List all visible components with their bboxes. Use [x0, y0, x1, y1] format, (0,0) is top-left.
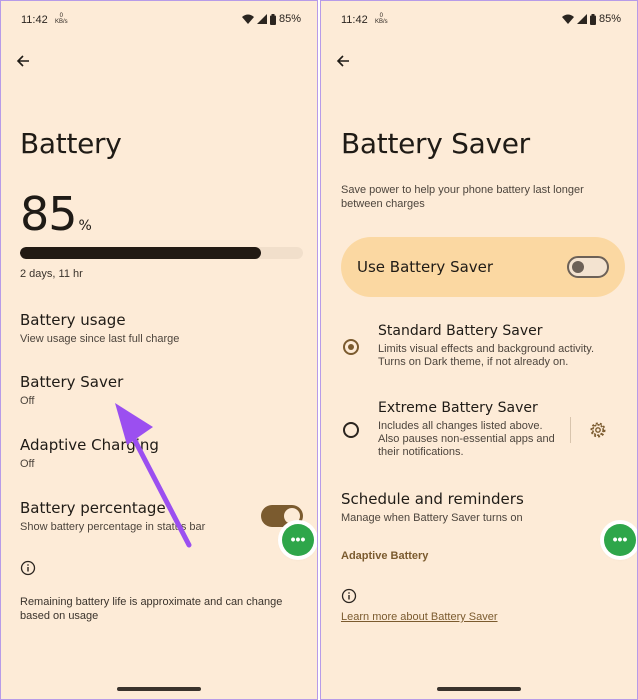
page-title: Battery: [20, 127, 122, 160]
battery-saver-title: Battery Saver: [20, 373, 124, 391]
network-speed-unit: KB/s: [55, 19, 68, 25]
battery-level: 85%: [20, 187, 92, 241]
more-icon[interactable]: •••: [282, 524, 314, 556]
more-icon[interactable]: •••: [604, 524, 636, 556]
battery-screen: 11:42 0 KB/s 85% Battery 85% 2 days, 11 …: [0, 0, 318, 700]
time-remaining: 2 days, 11 hr: [20, 268, 83, 280]
divider: [570, 417, 571, 443]
use-battery-saver-card[interactable]: Use Battery Saver: [341, 237, 625, 297]
extreme-saver-option[interactable]: Extreme Battery Saver Includes all chang…: [378, 400, 555, 459]
extreme-saver-description: Includes all changes listed above. Also …: [378, 420, 555, 459]
gesture-bar[interactable]: [117, 687, 201, 691]
standard-saver-line: Turns on Dark theme, if not already on.: [378, 356, 569, 368]
standard-saver-description: Limits visual effects and background act…: [378, 343, 594, 369]
network-speed: 0 KB/s: [375, 13, 388, 25]
use-battery-saver-label: Use Battery Saver: [357, 258, 494, 276]
status-time: 11:42: [341, 14, 368, 26]
extreme-saver-line: Also pauses non-essential apps and: [378, 433, 555, 445]
battery-note: Remaining battery life is approximate an…: [20, 596, 283, 622]
battery-level-value: 85: [20, 187, 78, 241]
info-icon: [20, 560, 36, 576]
back-arrow-icon[interactable]: [15, 53, 31, 69]
extreme-saver-line: Includes all changes listed above.: [378, 420, 543, 432]
battery-icon: [589, 13, 596, 25]
extreme-saver-line: their notifications.: [378, 446, 464, 458]
learn-more-link[interactable]: Learn more about Battery Saver: [341, 611, 498, 623]
page-description: Save power to help your phone battery la…: [341, 184, 584, 210]
signal-icon: [576, 14, 587, 24]
standard-saver-line: Limits visual effects and background act…: [378, 343, 595, 355]
back-arrow-icon[interactable]: [335, 53, 351, 69]
standard-saver-option[interactable]: Standard Battery Saver Limits visual eff…: [378, 323, 594, 369]
extreme-saver-radio[interactable]: [343, 422, 359, 438]
status-time: 11:42: [21, 14, 48, 26]
adaptive-battery-link[interactable]: Adaptive Battery: [341, 550, 428, 562]
signal-icon: [256, 14, 267, 24]
standard-saver-title: Standard Battery Saver: [378, 323, 543, 339]
extreme-saver-title: Extreme Battery Saver: [378, 400, 538, 416]
battery-usage-title: Battery usage: [20, 311, 126, 329]
schedule-item[interactable]: Schedule and reminders Manage when Batte…: [341, 490, 524, 524]
wifi-icon: [241, 14, 254, 24]
status-icons: 85%: [561, 13, 621, 25]
schedule-subtitle: Manage when Battery Saver turns on: [341, 512, 523, 524]
network-speed-unit: KB/s: [375, 19, 388, 25]
network-speed: 0 KB/s: [55, 13, 68, 25]
gesture-bar[interactable]: [437, 687, 521, 691]
toggle-knob: [284, 508, 300, 524]
battery-saver-screen: 11:42 0 KB/s 85% Battery Saver Save powe…: [320, 0, 638, 700]
toggle-knob: [572, 261, 584, 273]
standard-saver-radio[interactable]: [343, 339, 359, 355]
status-bar: 11:42 0 KB/s 85%: [21, 13, 301, 29]
battery-level-unit: %: [78, 218, 92, 234]
info-icon: [341, 588, 357, 604]
use-battery-saver-toggle[interactable]: [567, 256, 609, 278]
schedule-title: Schedule and reminders: [341, 490, 524, 508]
battery-level-fill: [20, 247, 261, 259]
wifi-icon: [561, 14, 574, 24]
battery-percent: 85%: [598, 13, 621, 25]
status-icons: 85%: [241, 13, 301, 25]
battery-usage-subtitle: View usage since last full charge: [20, 333, 180, 345]
status-bar: 11:42 0 KB/s 85%: [341, 13, 621, 29]
battery-percent: 85%: [278, 13, 301, 25]
annotation-arrow-icon: [115, 403, 192, 548]
page-title: Battery Saver: [341, 127, 530, 160]
battery-usage-item[interactable]: Battery usage View usage since last full…: [20, 311, 179, 345]
gear-icon[interactable]: [589, 421, 607, 439]
battery-level-bar: [20, 247, 303, 259]
battery-icon: [269, 13, 276, 25]
